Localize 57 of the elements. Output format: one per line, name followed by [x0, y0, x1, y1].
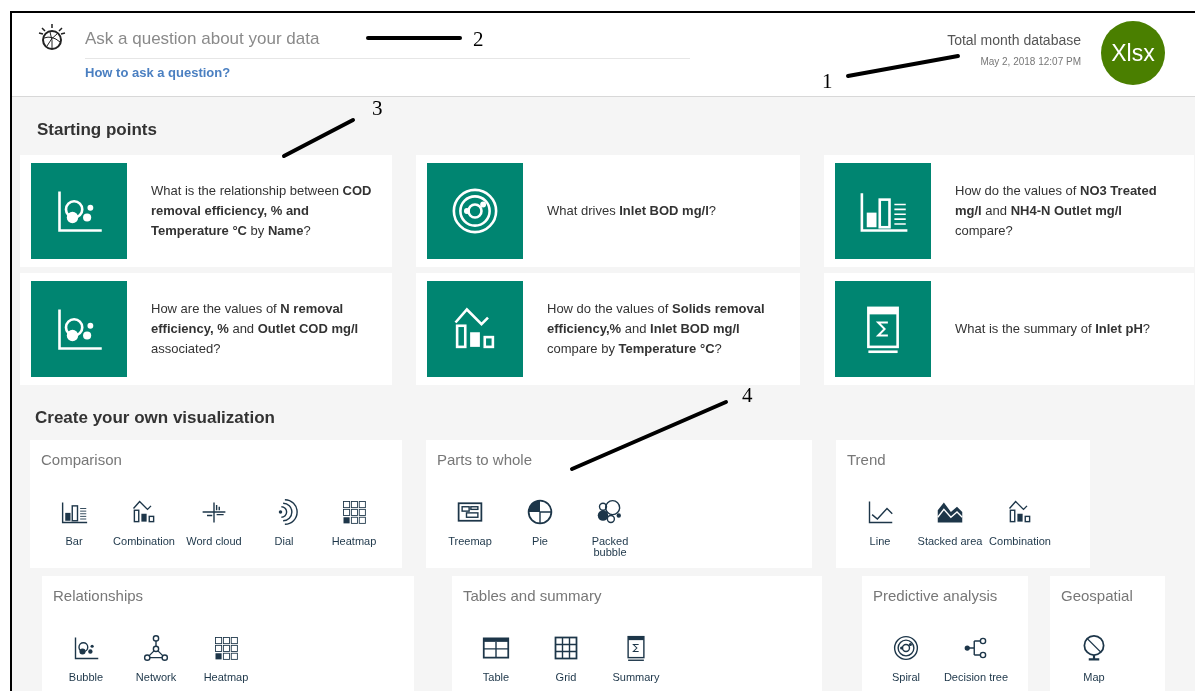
- visualization-type-button[interactable]: Combination: [111, 498, 177, 547]
- group-title: Parts to whole: [437, 452, 534, 470]
- starting-point-card[interactable]: What is the summary of Inlet pH?: [824, 272, 1194, 385]
- pie-chart-icon: [526, 498, 554, 526]
- starting-point-card[interactable]: What is the relationship between COD removal efficiency, % and Temperature °C by Name?: [20, 154, 392, 267]
- visualization-type-button[interactable]: Table: [463, 634, 529, 683]
- visualization-type-button[interactable]: Pie: [507, 498, 573, 558]
- annotation-number: 3: [372, 95, 383, 122]
- visualization-type-button[interactable]: Bar: [41, 498, 107, 547]
- dataset-avatar[interactable]: Xlsx: [1101, 21, 1165, 85]
- suggested-question: What is the relationship between COD removal efficiency, % and Temperature °C by Name?: [151, 181, 373, 240]
- annotation-number: 2: [473, 26, 484, 53]
- group-title: Relationships: [53, 588, 145, 606]
- dataset-title: Total month database: [947, 31, 1081, 50]
- visualization-type-button[interactable]: Network: [123, 634, 189, 683]
- visualization-type-button[interactable]: Word cloud: [181, 498, 247, 547]
- visualization-type-button[interactable]: Grid: [533, 634, 599, 683]
- visualization-type-button[interactable]: Line: [847, 498, 913, 547]
- visualization-type-button[interactable]: Decision tree: [943, 634, 1009, 683]
- group-title: Predictive analysis: [873, 588, 999, 606]
- section-title: Create your own visualization: [35, 406, 275, 429]
- group-title: Trend: [847, 452, 887, 470]
- help-link[interactable]: How to ask a question?: [85, 62, 690, 82]
- visualization-type-button[interactable]: Stacked area: [917, 498, 983, 547]
- visualization-type-button[interactable]: Packed bubble: [577, 498, 643, 558]
- packed-chart-icon: [596, 498, 624, 526]
- suggested-question: How do the values of NO3 Treated mg/l and NH4-N Outlet mg/l compare?: [955, 181, 1158, 240]
- visualization-type-button[interactable]: Map: [1061, 634, 1127, 683]
- visualization-type-button[interactable]: Dial: [251, 498, 317, 547]
- starting-point-card[interactable]: How do the values of Solids removal efficiency,% and Inlet BOD mg/l compare by Temperature °C?: [416, 272, 800, 385]
- suggested-question: What drives Inlet BOD mg/l?: [547, 201, 717, 220]
- starting-point-card[interactable]: How are the values of N removal efficiency, % and Outlet COD mg/l associated?: [20, 272, 392, 385]
- grid-chart-icon: [552, 634, 580, 662]
- network-chart-icon: [142, 634, 170, 662]
- group-title: Comparison: [41, 452, 123, 470]
- annotation-number: 1: [822, 68, 833, 95]
- group-title: Tables and summary: [463, 588, 603, 606]
- starting-point-card[interactable]: What drives Inlet BOD mg/l?: [416, 154, 800, 267]
- section-title: Starting points: [37, 119, 157, 141]
- heatmap-chart-icon: [212, 634, 240, 662]
- visualization-type-button[interactable]: Heatmap: [321, 498, 387, 547]
- visualization-type-button[interactable]: Spiral: [873, 634, 939, 683]
- group-title: Geospatial: [1061, 588, 1134, 606]
- dataset-date: May 2, 2018 12:07 PM: [980, 55, 1081, 69]
- visualization-type-button[interactable]: Heatmap: [193, 634, 259, 683]
- starting-point-card[interactable]: How do the values of NO3 Treated mg/l and NH4-N Outlet mg/l compare?: [824, 154, 1194, 267]
- visualization-type-button[interactable]: Summary: [603, 634, 669, 683]
- visualization-type-button[interactable]: Combination: [987, 498, 1053, 547]
- visualization-type-button[interactable]: Bubble: [53, 634, 119, 683]
- suggested-question: How do the values of Solids removal efficiency,% and Inlet BOD mg/l compare by Temperature °C?: [547, 299, 766, 358]
- globe-logo-icon: [38, 23, 66, 51]
- annotation-number: 4: [742, 382, 753, 409]
- suggested-question: How are the values of N removal efficiency, % and Outlet COD mg/l associated?: [151, 299, 360, 358]
- suggested-question: What is the summary of Inlet pH?: [955, 319, 1151, 338]
- heatmap-chart-icon: [340, 498, 368, 526]
- visualization-type-button[interactable]: Treemap: [437, 498, 503, 558]
- radar-chart-icon: [892, 634, 920, 662]
